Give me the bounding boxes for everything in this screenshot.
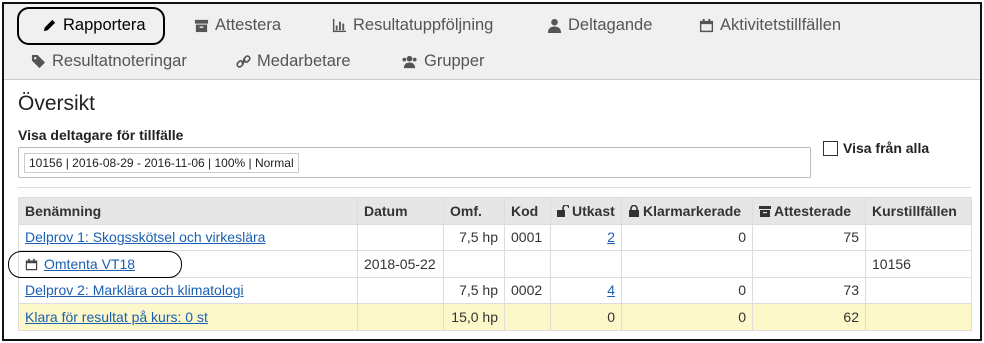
cell-attest: 75 [752,223,866,251]
tab-label: Resultatuppföljning [353,16,494,34]
cell-name: Delprov 1: Skogsskötsel och virkeslära [18,223,358,251]
cell-attest: 62 [752,303,866,331]
cell-attest [752,250,866,278]
archive-icon [759,205,771,217]
tab-label: Attestera [215,16,282,34]
summary-row: Klara för resultat på kurs: 0 st 15,0 hp… [18,303,972,331]
cell-datum [357,223,444,251]
cell-omf: 7,5 hp [443,223,505,251]
col-header-attesterade[interactable]: Attesterade [752,197,866,225]
cell-omf: 7,5 hp [443,276,505,304]
cell-utkast: 4 [550,276,622,304]
cell-kod [504,303,551,331]
filter-label: Visa deltagare för tillfälle [18,127,184,143]
lock-icon [629,204,639,217]
users-icon [402,55,417,69]
tab-resultatnoteringar[interactable]: Resultatnoteringar [31,52,187,71]
tag-icon [31,54,46,69]
table-row: Delprov 1: Skogsskötsel och virkeslära 7… [18,223,972,251]
col-header-datum[interactable]: Datum [357,197,444,225]
utkast-link[interactable]: 4 [607,282,615,298]
summary-link[interactable]: Klara för resultat på kurs: 0 st [25,309,208,325]
utkast-link[interactable]: 2 [607,229,615,245]
tab-label: Resultatnoteringar [52,52,187,70]
user-icon [547,18,562,33]
unlock-icon [557,204,569,217]
col-header-benamning[interactable]: Benämning [18,197,358,225]
cell-omf: 15,0 hp [443,303,505,331]
table-header-row: Benämning Datum Omf. Kod Utkast Klarmark… [18,197,972,225]
cell-kurs [865,303,972,331]
table-row: Delprov 2: Marklära och klimatologi 7,5 … [18,276,972,304]
cell-klar: 0 [621,276,753,304]
cell-utkast: 2 [550,223,622,251]
archive-icon [194,19,209,33]
overview-panel: Översikt Visa deltagare för tillfälle 10… [4,80,980,339]
cell-kurs [865,223,972,251]
cell-utkast [550,250,622,278]
row-link[interactable]: Delprov 2: Marklära och klimatologi [25,282,244,298]
show-all-checkbox[interactable] [823,140,838,156]
col-header-klarmarkerade[interactable]: Klarmarkerade [621,197,753,225]
col-header-utkast[interactable]: Utkast [550,197,622,225]
col-header-kod[interactable]: Kod [504,197,551,225]
tab-label: Rapportera [63,16,146,34]
cell-datum [357,303,444,331]
cell-datum: 2018-05-22 [357,250,444,278]
cell-attest: 73 [752,276,866,304]
show-all-label: Visa från alla [843,140,930,156]
cell-klar [621,250,753,278]
cell-kod: 0001 [504,223,551,251]
col-header-utkast-label: Utkast [572,202,615,219]
divider [18,187,971,188]
tab-deltagande[interactable]: Deltagande [547,16,652,35]
cell-kod [504,250,551,278]
tab-label: Deltagande [568,16,653,34]
cell-kod: 0002 [504,276,551,304]
tab-resultatuppfoljning[interactable]: Resultatuppföljning [332,16,493,35]
tab-medarbetare[interactable]: Medarbetare [236,52,351,71]
cell-datum [357,276,444,304]
tab-label: Grupper [424,52,485,70]
cell-omf [443,250,505,278]
tab-attestera[interactable]: Attestera [194,16,281,35]
cell-kurs: 10156 [865,250,972,278]
results-table: Benämning Datum Omf. Kod Utkast Klarmark… [18,197,972,331]
tab-label: Aktivitetstillfällen [720,16,842,34]
tab-label: Medarbetare [257,52,351,70]
cell-name: Delprov 2: Marklära och klimatologi [18,276,358,304]
calendar-icon [25,258,38,270]
tab-aktivitetstillfallen[interactable]: Aktivitetstillfällen [699,16,841,35]
col-header-kurstillfallen[interactable]: Kurstillfällen [865,197,972,225]
calendar-icon [699,18,714,33]
cell-name: Klara för resultat på kurs: 0 st [18,303,358,331]
bar-chart-icon [332,18,347,33]
cell-kurs [865,276,972,304]
cell-klar: 0 [621,303,753,331]
tab-bar: Rapportera Attestera Resultatuppföljning… [4,4,980,80]
app-frame: Rapportera Attestera Resultatuppföljning… [2,2,982,341]
cell-name: Omtenta VT18 [18,250,358,278]
cell-klar: 0 [621,223,753,251]
tab-grupper[interactable]: Grupper [401,52,485,71]
session-select[interactable]: 10156 | 2016-08-29 - 2016-11-06 | 100% |… [18,147,811,178]
col-header-klarmarkerade-label: Klarmarkerade [643,202,742,219]
page-title: Översikt [18,92,96,115]
link-icon [236,55,251,68]
table-row: Omtenta VT18 2018-05-22 10156 [18,250,972,278]
col-header-omf[interactable]: Omf. [443,197,505,225]
show-all-toggle[interactable]: Visa från alla [823,140,929,156]
cell-utkast: 0 [550,303,622,331]
row-link[interactable]: Delprov 1: Skogsskötsel och virkeslära [25,229,265,245]
col-header-attesterade-label: Attesterade [774,202,852,219]
pencil-icon [43,19,56,32]
tab-rapportera[interactable]: Rapportera [42,16,146,35]
row-link[interactable]: Omtenta VT18 [44,256,135,272]
selected-session-chip[interactable]: 10156 | 2016-08-29 - 2016-11-06 | 100% |… [24,153,299,173]
